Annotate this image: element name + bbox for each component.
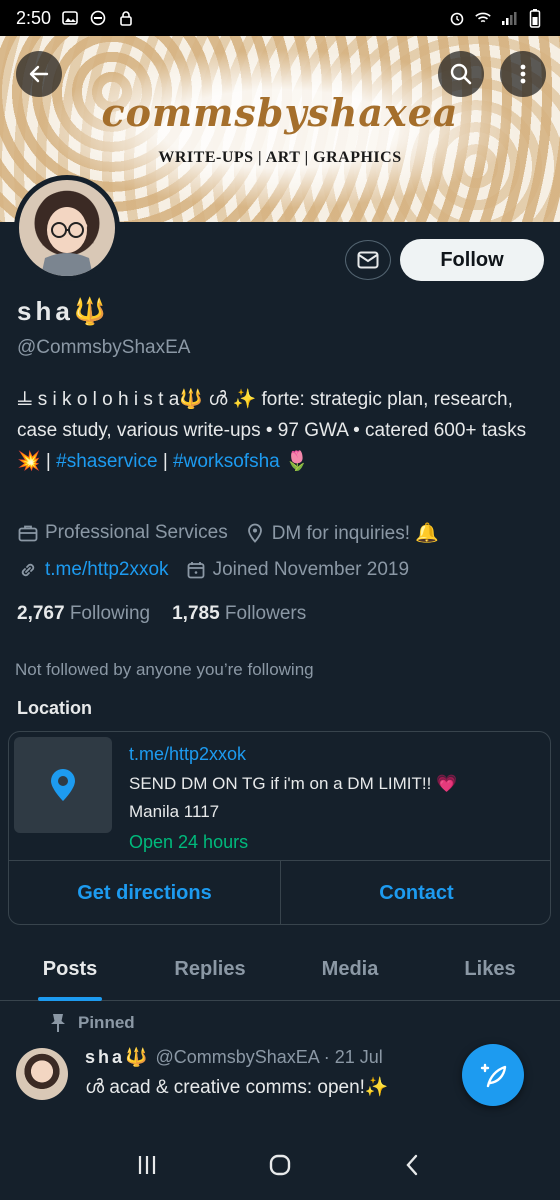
location-heading: Location (17, 698, 92, 718)
recents-icon (138, 1156, 155, 1174)
following-link[interactable]: 2,767 Following (17, 603, 150, 625)
calendar-icon (185, 559, 207, 581)
profile-location: DM for inquiries! 🔔 (271, 523, 439, 544)
handle: @CommsbyShaxEA (17, 337, 191, 358)
link-icon (17, 559, 39, 581)
followers-link[interactable]: 1,785 Followers (172, 603, 306, 625)
signal-icon (500, 10, 518, 26)
more-vertical-icon (520, 64, 526, 84)
pinned-indicator: Pinned (50, 1013, 135, 1033)
profile-category: Professional Services (45, 522, 228, 543)
tab-posts[interactable]: Posts (0, 945, 140, 1000)
banner-subtitle: WRITE-UPS | ART | GRAPHICS (158, 149, 402, 166)
pinned-label: Pinned (78, 1013, 135, 1032)
image-icon (61, 10, 79, 26)
post-text[interactable]: ൾ acad & creative comms: open!✨ (85, 1075, 389, 1099)
profile-stats: 2,767 Following 1,785 Followers (17, 603, 306, 625)
home-button[interactable] (260, 1145, 300, 1185)
location-actions: Get directions Contact (9, 860, 550, 924)
search-icon (450, 63, 472, 85)
battery-icon (526, 9, 544, 28)
not-followed-notice: Not followed by anyone you’re following (15, 660, 314, 679)
post-avatar[interactable] (16, 1048, 68, 1100)
profile-link[interactable]: t.me/http2xxok (45, 559, 169, 581)
profile-meta-row-1: Professional Services DM for inquiries! … (17, 521, 439, 545)
envelope-icon (357, 251, 379, 269)
alarm-icon (448, 10, 466, 26)
wifi-icon (474, 10, 492, 26)
status-bar: 2:50 (0, 0, 560, 36)
location-hours: Open 24 hours (129, 832, 249, 852)
contact-button[interactable]: Contact (280, 861, 550, 924)
recent-apps-button[interactable] (127, 1145, 167, 1185)
profile-joined: Joined November 2019 (212, 559, 410, 580)
bio-end: 🌷 (279, 451, 309, 472)
status-time: 2:50 (16, 7, 52, 28)
compose-post-button[interactable] (462, 1044, 524, 1106)
following-count: 2,767 (17, 603, 65, 624)
post-meta: @CommsbyShaxEA · 21 Jul (150, 1047, 383, 1067)
map-pin-icon (51, 769, 75, 801)
avatar (19, 180, 115, 276)
lock-icon (117, 10, 135, 26)
chevron-left-icon (406, 1154, 418, 1176)
compose-feather-icon (480, 1063, 507, 1088)
home-icon (269, 1154, 291, 1176)
back-button[interactable] (16, 51, 62, 97)
profile-bio: 𝍦 s i k o l o h i s t a🔱 ൾ ✨ forte: stra… (17, 384, 547, 477)
location-pin-icon (244, 522, 266, 544)
do-not-disturb-icon (89, 10, 107, 26)
followers-count: 1,785 (172, 603, 220, 624)
display-name: sha🔱 (17, 296, 111, 326)
map-thumbnail[interactable] (14, 737, 112, 833)
follow-button[interactable]: Follow (400, 239, 544, 281)
followers-label: Followers (224, 603, 307, 624)
search-button[interactable] (438, 51, 484, 97)
post-header: sha🔱 @CommsbyShaxEA · 21 Jul (85, 1047, 383, 1068)
tab-replies[interactable]: Replies (140, 945, 280, 1000)
location-description: SEND DM ON TG if i'm on a DM LIMIT!! 💗 (129, 774, 458, 793)
nav-back-button[interactable] (393, 1145, 433, 1185)
hashtag-shaservice[interactable]: #shaservice (56, 451, 157, 472)
following-label: Following (69, 603, 151, 624)
location-address: Manila 1117 (129, 802, 220, 821)
briefcase-icon (17, 522, 39, 544)
tab-likes[interactable]: Likes (420, 945, 560, 1000)
location-card: t.me/http2xxok SEND DM ON TG if i'm on a… (8, 731, 551, 925)
get-directions-button[interactable]: Get directions (9, 861, 280, 924)
bio-separator: | (157, 451, 174, 472)
tab-media[interactable]: Media (280, 945, 420, 1000)
banner-title: commsbyshaxea (101, 90, 459, 135)
post-author[interactable]: sha🔱 (85, 1047, 150, 1067)
profile-meta-row-2: t.me/http2xxok Joined November 2019 (17, 559, 409, 581)
profile-avatar[interactable] (14, 175, 120, 281)
profile-tabs: Posts Replies Media Likes (0, 945, 560, 1001)
system-nav-bar (0, 1130, 560, 1200)
more-options-button[interactable] (500, 51, 546, 97)
arrow-left-icon (29, 65, 49, 83)
hashtag-worksofsha[interactable]: #worksofsha (173, 451, 280, 472)
pin-icon (51, 1014, 65, 1032)
location-link[interactable]: t.me/http2xxok (129, 744, 246, 765)
message-button[interactable] (345, 240, 391, 280)
